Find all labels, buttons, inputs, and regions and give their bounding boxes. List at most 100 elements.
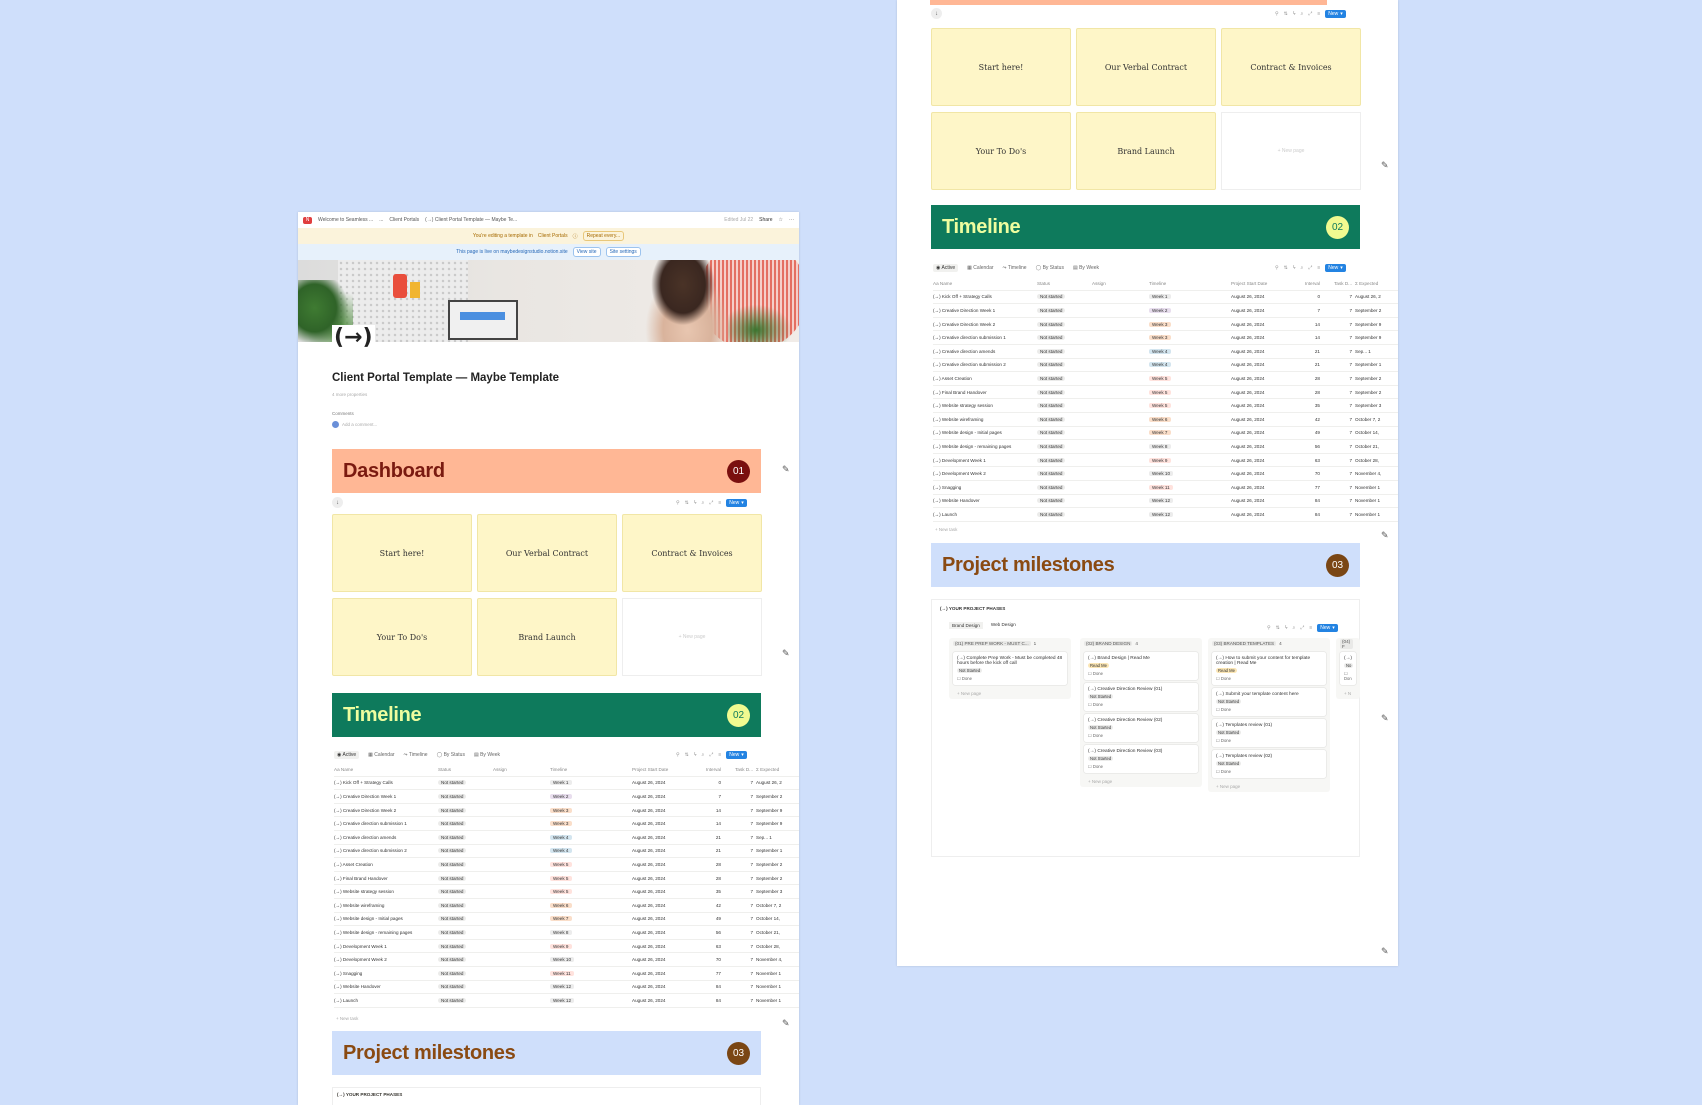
tab-by-week[interactable]: ▤ By Week <box>1073 265 1099 271</box>
task-name[interactable]: (→) Creative direction submission 2 <box>334 848 438 853</box>
table-row[interactable]: (→) Development Week 2 Not started Week 10… <box>334 953 799 967</box>
sort-icon[interactable]: ⇅ <box>1284 265 1288 271</box>
settings-icon[interactable]: ≡ <box>1317 11 1320 17</box>
table-row[interactable]: (→) Website wireframing Not started Week 6… <box>334 899 799 913</box>
table-row[interactable]: (→) Creative Direction Week 2 Not started… <box>933 318 1398 332</box>
table-row[interactable]: (→) Development Week 1 Not started Week 9 A… <box>334 940 799 954</box>
search-icon[interactable]: ⌕ <box>702 500 705 506</box>
new-button[interactable]: New ▾ <box>1325 10 1346 18</box>
task-name[interactable]: (→) Creative direction amends <box>933 349 1037 354</box>
chevron-down-icon[interactable]: ▾ <box>1332 625 1335 631</box>
filter-icon[interactable]: ⚲ <box>1267 625 1271 631</box>
table-row[interactable]: (→) Website design - remaining pages Not … <box>334 926 799 940</box>
new-page-button[interactable]: + New page <box>949 688 1071 699</box>
column-header[interactable]: Status <box>1037 281 1092 286</box>
column-header[interactable]: Project Start Date <box>1231 281 1287 286</box>
task-name[interactable]: (→) Launch <box>933 512 1037 517</box>
add-comment[interactable]: Add a comment... <box>332 421 377 428</box>
board-card[interactable]: (→) Submit your template content here Not… <box>1212 688 1326 716</box>
task-name[interactable]: (→) Website design - Initial pages <box>933 430 1037 435</box>
status-cell[interactable]: Not started <box>438 997 493 1003</box>
week-cell[interactable]: Week 3 <box>1149 335 1231 341</box>
chevron-down-icon[interactable]: ▾ <box>1340 11 1343 17</box>
table-row[interactable]: (→) Kick Off + Strategy Calls Not started… <box>334 777 799 791</box>
card-title[interactable]: (→) Creative Direction Review (03) <box>1088 749 1194 754</box>
card-title[interactable]: (→) Submit your template content here <box>1216 692 1322 697</box>
week-cell[interactable]: Week 12 <box>1149 511 1231 517</box>
table-row[interactable]: (→) Creative direction amends Not started… <box>334 831 799 845</box>
task-name[interactable]: (→) Development Week 2 <box>933 471 1037 476</box>
status-cell[interactable]: Not started <box>1037 362 1092 368</box>
chevron-down-icon[interactable]: ▾ <box>741 500 744 506</box>
new-button[interactable]: New ▾ <box>726 751 747 759</box>
task-name[interactable]: (→) Creative direction submission 1 <box>933 335 1037 340</box>
week-cell[interactable]: Week 5 <box>550 875 632 881</box>
new-button[interactable]: New ▾ <box>726 499 747 507</box>
table-row[interactable]: (→) Creative direction submission 1 Not s… <box>933 331 1398 345</box>
comment-icon[interactable]: ✎ <box>782 1018 790 1029</box>
share-button[interactable]: Share <box>759 217 772 223</box>
column-header[interactable]: Σ Expected <box>756 767 796 772</box>
week-cell[interactable]: Week 8 <box>1149 443 1231 449</box>
done-checkbox[interactable]: ☐ Done <box>1216 676 1322 681</box>
status-cell[interactable]: Not started <box>1037 416 1092 422</box>
week-cell[interactable]: Week 4 <box>1149 362 1231 368</box>
week-cell[interactable]: Week 3 <box>550 807 632 813</box>
column-header[interactable]: Σ Expected <box>1355 281 1395 286</box>
done-checkbox[interactable]: ☐ Done <box>1088 702 1194 707</box>
week-cell[interactable]: Week 10 <box>550 957 632 963</box>
done-checkbox[interactable]: ☐ Done <box>1088 733 1194 738</box>
week-cell[interactable]: Week 4 <box>550 834 632 840</box>
board-card[interactable]: (→) Templates review (01) Not Started ☐ Do… <box>1212 719 1326 747</box>
search-icon[interactable]: ⌕ <box>1301 265 1304 271</box>
task-name[interactable]: (→) Asset Creation <box>933 376 1037 381</box>
table-row[interactable]: (→) Launch Not started Week 12 August 26, 2… <box>334 994 799 1008</box>
task-name[interactable]: (→) Website Handover <box>933 498 1037 503</box>
filter-icon[interactable]: ⚲ <box>1275 11 1279 17</box>
gallery-card[interactable]: Start here! <box>931 28 1071 106</box>
comment-icon[interactable]: ✎ <box>782 464 790 475</box>
tab-by-status[interactable]: ◯ By Status <box>1036 265 1064 271</box>
table-row[interactable]: (→) Snagging Not started Week 11 August 26,… <box>334 967 799 981</box>
week-cell[interactable]: Week 5 <box>1149 389 1231 395</box>
breadcrumb-dots[interactable]: ... <box>379 217 383 223</box>
tab-by-week[interactable]: ▤ By Week <box>474 752 500 758</box>
task-name[interactable]: (→) Final Brand Handover <box>334 876 438 881</box>
status-cell[interactable]: Not started <box>1037 348 1092 354</box>
column-header[interactable]: Aa Name <box>334 767 438 772</box>
board-card[interactable]: (→) How to submit your content for templ… <box>1212 652 1326 685</box>
new-button[interactable]: New ▾ <box>1325 264 1346 272</box>
comment-icon[interactable]: ✎ <box>1381 530 1389 541</box>
gallery-card[interactable]: Your To Do's <box>931 112 1071 190</box>
done-checkbox[interactable]: ☐ Don <box>1344 671 1352 681</box>
star-icon[interactable]: ☆ <box>779 217 783 223</box>
task-name[interactable]: (→) Website wireframing <box>933 417 1037 422</box>
table-row[interactable]: (→) Development Week 2 Not started Week 10… <box>933 467 1398 481</box>
new-page-button[interactable]: + New page <box>622 598 762 676</box>
status-cell[interactable]: Not started <box>1037 321 1092 327</box>
table-row[interactable]: (→) Final Brand Handover Not started Week … <box>334 872 799 886</box>
board-card[interactable]: (→) No ☐ Don <box>1340 652 1356 685</box>
status-cell[interactable]: Not started <box>1037 307 1092 313</box>
status-cell[interactable]: Not started <box>438 929 493 935</box>
gallery-card[interactable]: Brand Launch <box>477 598 617 676</box>
more-properties[interactable]: 4 more properties <box>332 392 367 397</box>
expand-icon[interactable]: ⤢ <box>1308 11 1312 17</box>
column-header[interactable]: Project Start Date <box>632 767 688 772</box>
sort-icon[interactable]: ⇅ <box>685 752 689 758</box>
gallery-card[interactable]: Brand Launch <box>1076 112 1216 190</box>
task-name[interactable]: (→) Website strategy session <box>933 403 1037 408</box>
status-cell[interactable]: Not started <box>1037 498 1092 504</box>
comment-icon[interactable]: ✎ <box>1381 713 1389 724</box>
new-task-button[interactable]: + New task <box>336 1016 358 1021</box>
status-cell[interactable]: Not started <box>438 889 493 895</box>
sort-icon[interactable]: ⇅ <box>1284 11 1288 17</box>
week-cell[interactable]: Week 6 <box>1149 416 1231 422</box>
status-cell[interactable]: Not started <box>1037 484 1092 490</box>
week-cell[interactable]: Week 7 <box>550 916 632 922</box>
task-name[interactable]: (→) Creative direction submission 1 <box>334 821 438 826</box>
column-header[interactable]: Timeline <box>550 767 632 772</box>
site-settings-button[interactable]: Site settings <box>605 247 641 257</box>
tab-calendar[interactable]: ▦ Calendar <box>967 265 993 271</box>
status-cell[interactable]: Not started <box>438 821 493 827</box>
